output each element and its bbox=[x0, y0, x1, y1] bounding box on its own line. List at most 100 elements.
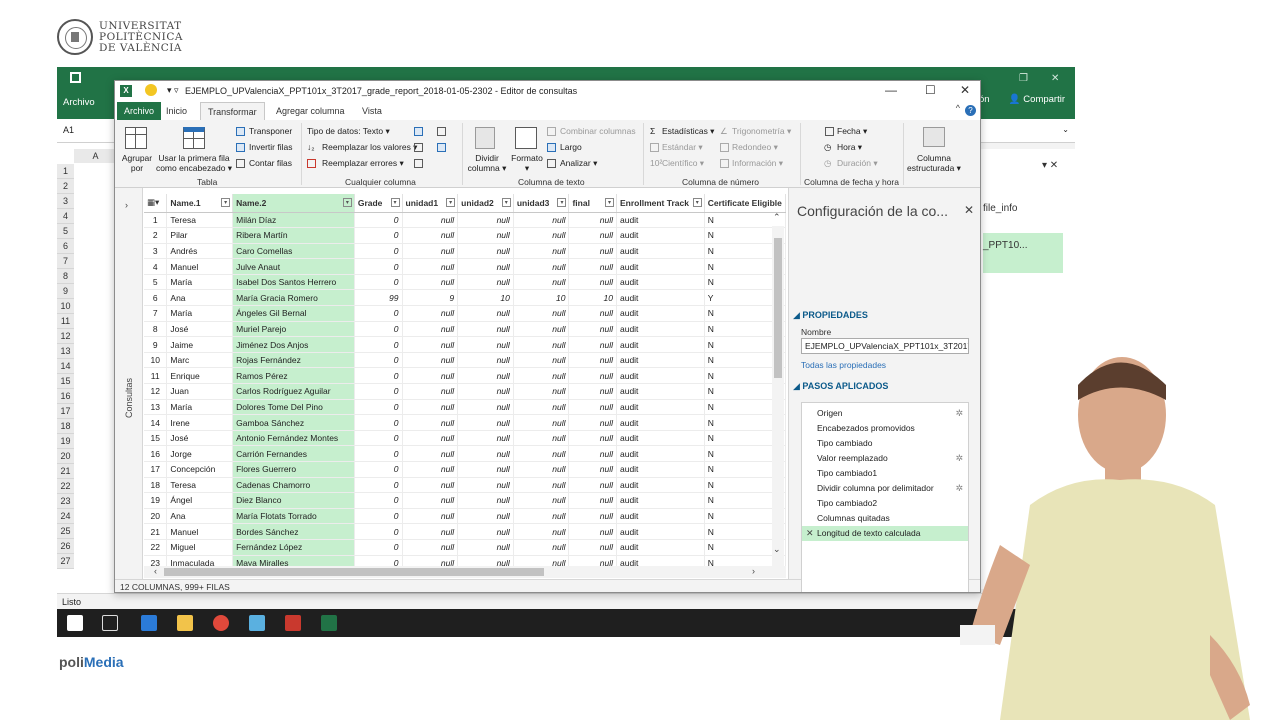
table-cell[interactable]: null bbox=[513, 539, 570, 556]
table-cell[interactable]: Inmaculada bbox=[166, 555, 234, 566]
table-cell[interactable]: null bbox=[568, 274, 617, 291]
table-cell[interactable]: null bbox=[402, 305, 459, 322]
table-row[interactable]: 13 María Dolores Tome Del Pino 0 null null nul… bbox=[144, 399, 786, 416]
table-cell[interactable]: Muriel Parejo bbox=[232, 321, 355, 338]
time-icon[interactable]: ◷ bbox=[824, 142, 831, 153]
scientific-icon[interactable]: 10² bbox=[650, 158, 662, 168]
windows-start-icon[interactable] bbox=[67, 615, 83, 631]
data-type-dropdown[interactable]: Tipo de datos: Texto ▾ bbox=[307, 126, 390, 137]
table-cell[interactable]: null bbox=[513, 523, 570, 540]
excel-row-number[interactable]: 25 bbox=[57, 524, 74, 539]
table-cell[interactable]: 0 bbox=[354, 508, 403, 525]
table-row[interactable]: 14 Irene Gamboa Sánchez 0 null null null null au… bbox=[144, 414, 786, 431]
table-cell[interactable]: 0 bbox=[354, 274, 403, 291]
table-cell[interactable]: null bbox=[402, 399, 459, 416]
row-index[interactable]: 19 bbox=[144, 492, 168, 509]
table-cell[interactable]: null bbox=[568, 383, 617, 400]
table-cell[interactable]: null bbox=[402, 523, 459, 540]
table-cell[interactable]: Concepción bbox=[166, 461, 234, 478]
quick-access-dropdown-icon[interactable]: ▾ ▿ bbox=[167, 85, 179, 96]
table-cell[interactable]: null bbox=[402, 321, 459, 338]
table-cell[interactable]: 0 bbox=[354, 367, 403, 385]
table-cell[interactable]: null bbox=[568, 212, 617, 229]
filter-dropdown-icon[interactable]: ▾ bbox=[446, 198, 456, 207]
excel-taskbar-icon[interactable] bbox=[321, 615, 337, 631]
table-cell[interactable]: null bbox=[568, 539, 617, 556]
table-cell[interactable]: null bbox=[402, 445, 459, 462]
split-column-button[interactable]: Dividir columna ▾ bbox=[467, 153, 507, 174]
tab-inicio[interactable]: Inicio bbox=[159, 102, 194, 120]
table-cell[interactable]: Caro Comellas bbox=[232, 243, 355, 260]
table-cell[interactable]: 0 bbox=[354, 477, 403, 494]
tab-archivo[interactable]: Archivo bbox=[117, 102, 162, 120]
table-cell[interactable]: 0 bbox=[354, 227, 403, 244]
horizontal-scroll-thumb[interactable] bbox=[164, 568, 544, 576]
length-icon[interactable] bbox=[547, 143, 556, 152]
table-cell[interactable]: null bbox=[402, 227, 459, 244]
structured-column-icon[interactable] bbox=[923, 127, 945, 147]
excel-row-number[interactable]: 8 bbox=[57, 269, 74, 284]
table-cell[interactable]: 0 bbox=[354, 555, 403, 566]
close-icon[interactable]: ✕ bbox=[1051, 73, 1059, 84]
table-cell[interactable]: audit bbox=[616, 399, 705, 416]
table-cell[interactable]: audit bbox=[616, 445, 705, 462]
table-row[interactable]: 2 Pilar Ribera Martín 0 null null null null audi… bbox=[144, 227, 786, 244]
standard-icon[interactable] bbox=[650, 143, 659, 152]
delete-step-icon[interactable]: ✕ bbox=[806, 526, 814, 541]
table-cell[interactable]: audit bbox=[616, 305, 705, 322]
table-cell[interactable]: Manuel bbox=[166, 258, 234, 275]
applied-step[interactable]: Origen ✲ bbox=[802, 406, 968, 421]
table-cell[interactable]: audit bbox=[616, 289, 705, 307]
row-index[interactable]: 13 bbox=[144, 399, 168, 416]
table-cell[interactable]: audit bbox=[616, 430, 705, 447]
table-cell[interactable]: null bbox=[513, 367, 570, 385]
parse-icon[interactable] bbox=[547, 159, 556, 168]
table-cell[interactable]: 9 bbox=[402, 289, 459, 307]
table-cell[interactable]: 10 bbox=[568, 289, 617, 307]
filter-dropdown-icon[interactable]: ▾ bbox=[342, 198, 352, 207]
table-cell[interactable]: audit bbox=[616, 461, 705, 478]
table-cell[interactable]: 0 bbox=[354, 492, 403, 509]
table-cell[interactable]: null bbox=[513, 258, 570, 275]
table-cell[interactable]: Julve Anaut bbox=[232, 258, 355, 275]
reverse-rows-icon[interactable] bbox=[236, 143, 245, 152]
table-cell[interactable]: null bbox=[457, 258, 514, 275]
table-cell[interactable]: null bbox=[457, 336, 514, 353]
format-icon[interactable] bbox=[515, 127, 537, 149]
share-button[interactable]: 👤 Compartir bbox=[1009, 94, 1065, 105]
row-index[interactable]: 20 bbox=[144, 508, 168, 525]
table-cell[interactable]: null bbox=[513, 383, 570, 400]
convert-to-list-icon[interactable] bbox=[414, 159, 423, 168]
query-name-input[interactable]: EJEMPLO_UPValenciaX_PPT101x_3T2017_gr bbox=[801, 338, 969, 354]
table-cell[interactable]: audit bbox=[616, 352, 705, 369]
cell-reference[interactable]: A1 bbox=[63, 125, 74, 135]
table-cell[interactable]: null bbox=[402, 243, 459, 260]
excel-row-number[interactable]: 7 bbox=[57, 254, 74, 269]
column-header[interactable]: unidad2 ▾ bbox=[457, 194, 514, 213]
table-cell[interactable]: null bbox=[568, 492, 617, 509]
table-cell[interactable]: null bbox=[457, 555, 514, 566]
table-cell[interactable]: null bbox=[513, 477, 570, 494]
table-cell[interactable]: Bordes Sánchez bbox=[232, 523, 355, 540]
table-cell[interactable]: null bbox=[513, 461, 570, 478]
table-cell[interactable]: null bbox=[457, 367, 514, 385]
excel-row-number[interactable]: 4 bbox=[57, 209, 74, 224]
table-row[interactable]: 12 Juan Carlos Rodríguez Aguilar 0 null null n… bbox=[144, 383, 786, 400]
table-cell[interactable]: audit bbox=[616, 258, 705, 275]
group-by-icon[interactable] bbox=[125, 127, 147, 149]
chrome-icon[interactable] bbox=[213, 615, 229, 631]
table-cell[interactable]: null bbox=[568, 352, 617, 369]
table-cell[interactable]: audit bbox=[616, 477, 705, 494]
column-header[interactable]: unidad1 ▾ bbox=[402, 194, 459, 213]
rounding-button[interactable]: Redondeo ▾ bbox=[732, 142, 778, 153]
table-cell[interactable]: Isabel Dos Santos Herrero bbox=[232, 274, 355, 291]
vertical-scroll-thumb[interactable] bbox=[774, 238, 782, 378]
table-cell[interactable]: Gamboa Sánchez bbox=[232, 414, 355, 431]
replace-values-button[interactable]: Reemplazar los valores ▾ bbox=[322, 142, 417, 153]
table-cell[interactable]: null bbox=[513, 305, 570, 322]
table-cell[interactable]: 0 bbox=[354, 321, 403, 338]
excel-row-number[interactable]: 12 bbox=[57, 329, 74, 344]
table-cell[interactable]: null bbox=[513, 243, 570, 260]
row-index[interactable]: 8 bbox=[144, 321, 168, 338]
table-cell[interactable]: null bbox=[457, 383, 514, 400]
